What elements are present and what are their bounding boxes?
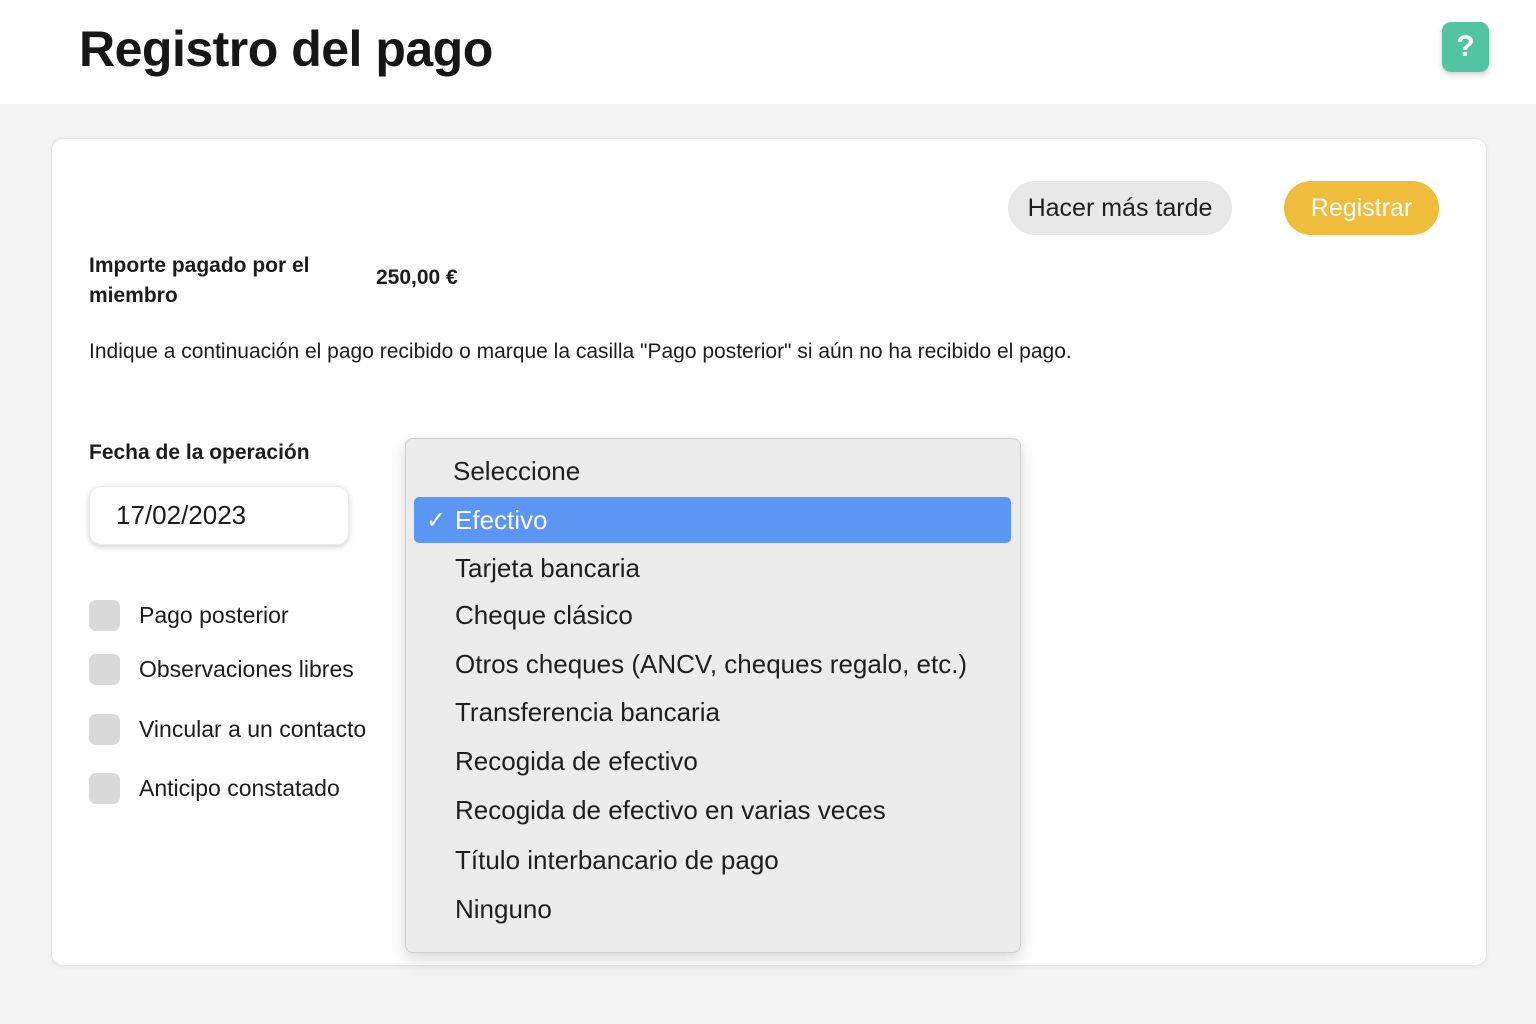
operation-date-label: Fecha de la operación	[89, 441, 310, 464]
amount-label: Importe pagado por el miembro	[89, 254, 310, 307]
free-notes-checkbox[interactable]	[89, 654, 120, 685]
register-button[interactable]: Registrar	[1284, 181, 1439, 235]
dropdown-option[interactable]: Otros cheques (ANCV, cheques regalo, etc…	[455, 649, 967, 680]
later-payment-checkbox[interactable]	[89, 600, 120, 631]
later-payment-checkbox-row[interactable]: Pago posterior	[89, 600, 289, 631]
dropdown-option[interactable]: Título interbancario de pago	[455, 845, 779, 876]
checkmark-icon: ✓	[426, 506, 447, 534]
dropdown-placeholder: Seleccione	[453, 456, 581, 486]
do-later-button[interactable]: Hacer más tarde	[1008, 181, 1232, 235]
link-contact-checkbox-row[interactable]: Vincular a un contacto	[89, 714, 366, 745]
dropdown-option[interactable]: Transferencia bancaria	[455, 697, 720, 728]
amount-value: 250,00 €	[376, 266, 458, 289]
help-button[interactable]: ?	[1442, 22, 1489, 72]
instructions-text: Indique a continuación el pago recibido …	[89, 340, 1072, 363]
free-notes-checkbox-row[interactable]: Observaciones libres	[89, 654, 354, 685]
link-contact-checkbox[interactable]	[89, 714, 120, 745]
advance-noted-checkbox-row[interactable]: Anticipo constatado	[89, 773, 340, 804]
dropdown-option[interactable]: Recogida de efectivo en varias veces	[455, 795, 886, 826]
dropdown-option-selected[interactable]: ✓ Efectivo	[414, 497, 1011, 543]
free-notes-label: Observaciones libres	[139, 656, 354, 682]
operation-date-input[interactable]: 17/02/2023	[89, 486, 349, 545]
advance-noted-label: Anticipo constatado	[139, 775, 340, 801]
dropdown-option[interactable]: Tarjeta bancaria	[455, 553, 640, 584]
later-payment-label: Pago posterior	[139, 602, 289, 628]
link-contact-label: Vincular a un contacto	[139, 716, 367, 742]
top-bar: Registro del pago ?	[0, 0, 1536, 104]
advance-noted-checkbox[interactable]	[89, 773, 120, 804]
dropdown-option[interactable]: Recogida de efectivo	[455, 746, 698, 777]
dropdown-option[interactable]: Cheque clásico	[455, 600, 633, 631]
dropdown-option[interactable]: Ninguno	[455, 894, 552, 925]
question-icon: ?	[1456, 30, 1475, 63]
payment-method-dropdown[interactable]: Seleccione ✓ Efectivo Tarjeta bancaria C…	[405, 438, 1021, 953]
dropdown-option-label: Efectivo	[455, 504, 548, 535]
page-title: Registro del pago	[79, 21, 493, 77]
